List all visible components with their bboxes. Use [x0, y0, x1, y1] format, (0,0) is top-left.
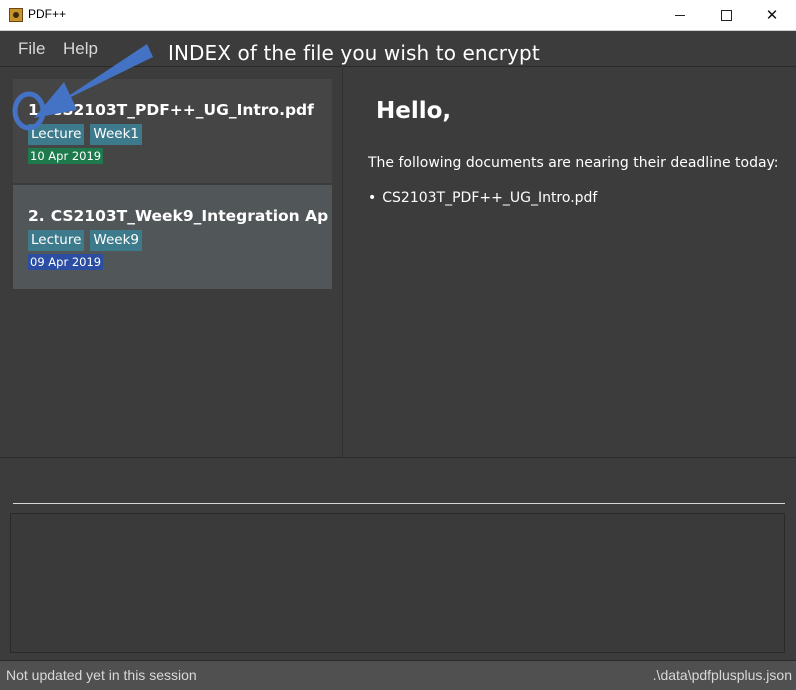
- command-box: [0, 457, 796, 507]
- maximize-button[interactable]: [703, 0, 749, 30]
- tag: Lecture: [28, 230, 85, 251]
- deadline-document-item: CS2103T_PDF++_UG_Intro.pdf: [368, 190, 597, 206]
- tag-list: Lecture Week1: [28, 124, 142, 145]
- close-icon: ✕: [765, 5, 779, 24]
- tag: Week9: [90, 230, 142, 251]
- menu-file[interactable]: File: [18, 39, 45, 59]
- deadline-date: 09 Apr 2019: [28, 254, 104, 270]
- pdf-name: CS2103T_PDF++_UG_Intro.pdf: [50, 101, 314, 119]
- minimize-icon: [675, 14, 685, 16]
- pdf-list-panel: 1. CS2103T_PDF++_UG_Intro.pdf Lecture Wee…: [0, 68, 343, 457]
- annotation-text: INDEX of the file you wish to encrypt: [168, 41, 540, 65]
- command-input[interactable]: [13, 485, 785, 504]
- tag-list: Lecture Week9: [28, 230, 142, 251]
- minimize-button[interactable]: [657, 0, 703, 30]
- deadline-date: 10 Apr 2019: [28, 148, 104, 164]
- status-bar: Not updated yet in this session .\data\p…: [0, 660, 796, 690]
- maximize-icon: [720, 9, 732, 21]
- detail-panel: Hello, The following documents are neari…: [344, 68, 796, 457]
- pdf-card[interactable]: 1. CS2103T_PDF++_UG_Intro.pdf Lecture Wee…: [13, 79, 332, 183]
- window-titlebar: PDF++ ✕: [0, 0, 796, 31]
- save-location: .\data\pdfplusplus.json: [652, 667, 792, 683]
- greeting-heading: Hello,: [376, 98, 452, 124]
- result-display[interactable]: [10, 513, 785, 653]
- tag: Lecture: [28, 124, 85, 145]
- pdf-card-title: 1. CS2103T_PDF++_UG_Intro.pdf: [28, 101, 328, 119]
- tag: Week1: [90, 124, 142, 145]
- pdf-card-title: 2. CS2103T_Week9_Integration Approa...: [28, 207, 328, 225]
- pdf-name: CS2103T_Week9_Integration Approa...: [50, 207, 328, 225]
- app-icon: [9, 8, 23, 22]
- menu-help[interactable]: Help: [63, 39, 98, 59]
- sync-status: Not updated yet in this session: [6, 667, 197, 683]
- pdf-index: 1.: [28, 101, 45, 119]
- window-title: PDF++: [28, 7, 67, 21]
- pdf-card-selected[interactable]: 2. CS2103T_Week9_Integration Approa... Le…: [13, 185, 332, 289]
- deadline-intro: The following documents are nearing thei…: [368, 155, 779, 171]
- pdf-index: 2.: [28, 207, 45, 225]
- close-button[interactable]: ✕: [749, 0, 795, 30]
- deadline-document-list: CS2103T_PDF++_UG_Intro.pdf: [368, 190, 597, 206]
